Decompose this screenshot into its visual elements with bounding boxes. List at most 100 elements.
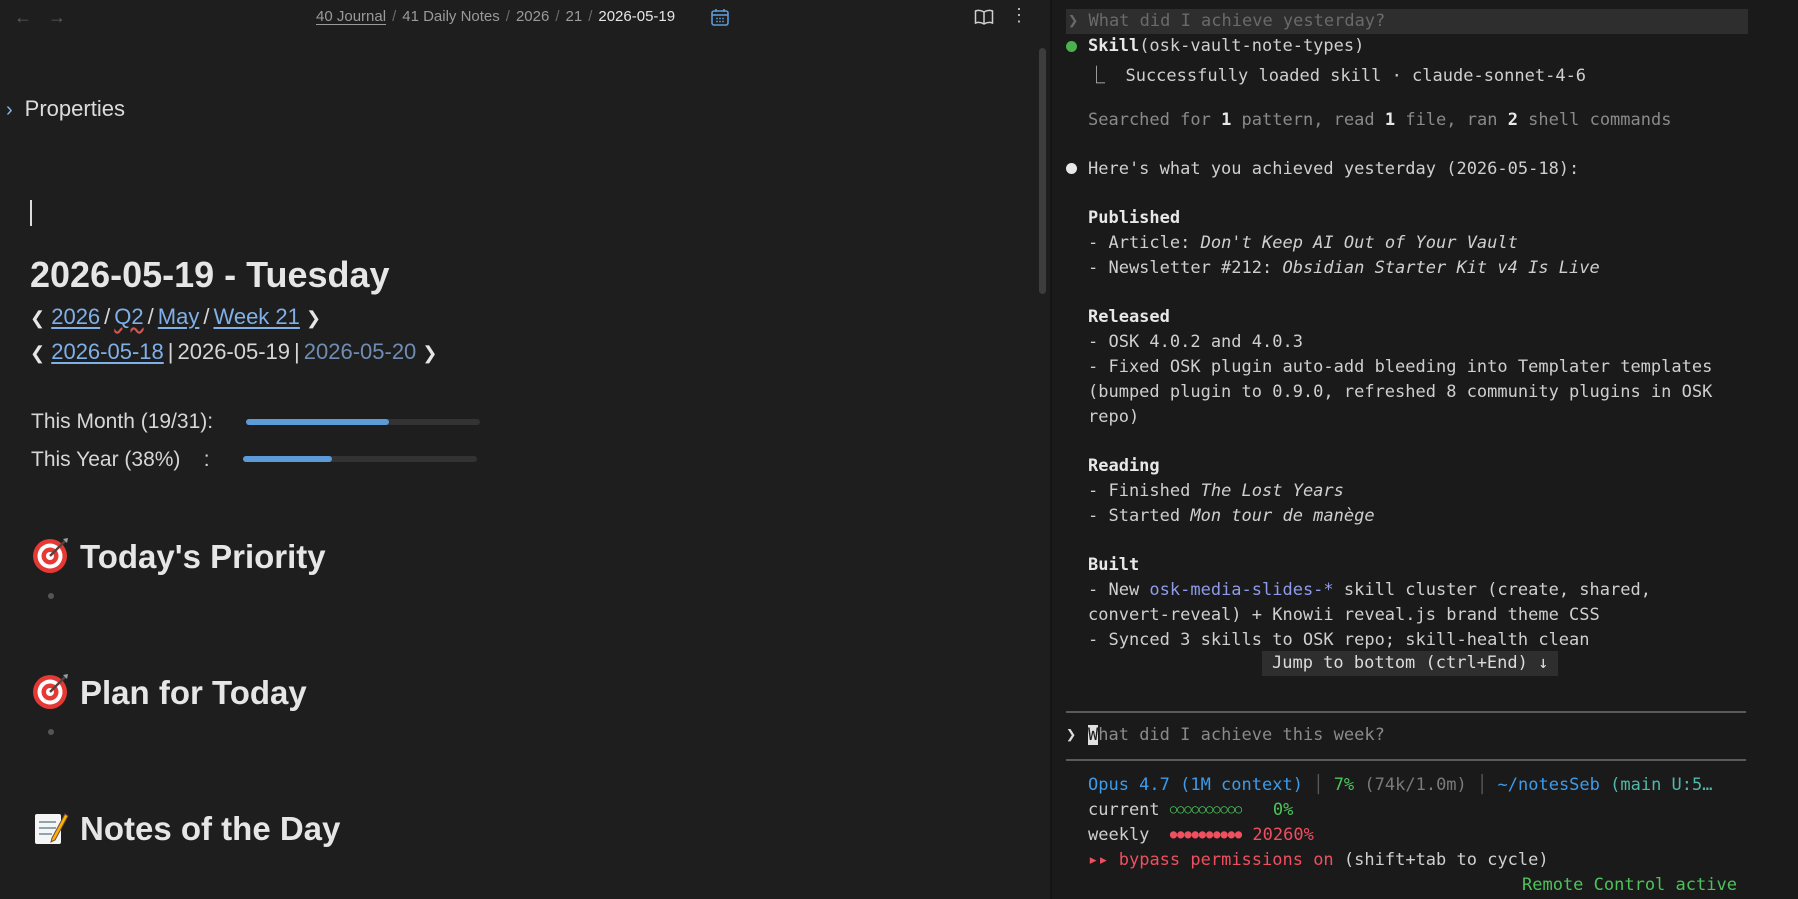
- context-percent: 7%: [1333, 775, 1355, 795]
- built-item: - New osk-media-slides-* skill cluster (…: [1088, 580, 1651, 600]
- month-progress-bar: [246, 419, 480, 425]
- item-title: The Lost Years: [1200, 481, 1344, 501]
- released-item: - OSK 4.0.2 and 4.0.3: [1088, 332, 1303, 352]
- published-item: - Article: Don't Keep AI Out of Your Vau…: [1088, 233, 1518, 253]
- note-title: 2026-05-19 - Tuesday: [30, 254, 390, 295]
- bypass-text: bypass permissions on: [1118, 850, 1334, 870]
- breadcrumb-item[interactable]: 21: [566, 8, 583, 25]
- breadcrumb-current[interactable]: 2026-05-19: [598, 8, 675, 25]
- chevron-right-icon[interactable]: ❯: [422, 343, 437, 363]
- heading-text: Plan for Today: [80, 674, 307, 711]
- text-cursor: W: [1088, 725, 1099, 745]
- skill-result: ⎿ Successfully loaded skill · claude-son…: [1088, 66, 1587, 86]
- released-item-continued: (bumped plugin to 0.9.0, refreshed 8 com…: [1088, 382, 1713, 402]
- next-day-link[interactable]: 2026-05-20: [304, 339, 417, 364]
- answer-intro: Here's what you achieved yesterday (2026…: [1088, 159, 1580, 179]
- back-arrow-icon[interactable]: ←: [14, 7, 32, 28]
- jump-to-bottom-button[interactable]: Jump to bottom (ctrl+End) ↓: [1262, 651, 1559, 676]
- bypass-hint: (shift+tab to cycle): [1343, 850, 1549, 870]
- heading-text: Notes of the Day: [80, 810, 341, 847]
- heading-plan-for-today: Plan for Today: [30, 672, 307, 712]
- chevron-right-icon: ›: [6, 99, 13, 121]
- heading-todays-priority: Today's Priority: [30, 536, 326, 576]
- breadcrumb-item[interactable]: 40 Journal: [316, 8, 386, 25]
- nav-separator: /: [104, 304, 111, 329]
- remote-control-status: Remote Control active: [1522, 875, 1737, 895]
- text-cursor: [30, 200, 32, 226]
- book-open-icon[interactable]: [974, 8, 994, 26]
- week-link[interactable]: Week 21: [213, 304, 299, 329]
- empty-list-bullet[interactable]: [48, 593, 54, 599]
- section-heading-reading: Reading: [1088, 456, 1160, 476]
- nav-separator: /: [203, 304, 210, 329]
- summary-count: 1: [1384, 110, 1396, 130]
- item-prefix: - New: [1088, 580, 1150, 600]
- period-navigation: ❮ 2026/Q2/May / Week 21 ❯: [30, 304, 321, 330]
- properties-toggle[interactable]: › Properties: [6, 96, 125, 122]
- skill-call-line: Skill(osk-vault-note-types): [1088, 36, 1364, 56]
- breadcrumb-separator: /: [505, 8, 510, 25]
- month-link[interactable]: May: [158, 304, 200, 329]
- status-separator: │: [1313, 775, 1324, 795]
- previous-day-link[interactable]: 2026-05-18: [51, 339, 164, 364]
- section-heading-released: Released: [1088, 307, 1170, 327]
- chevron-right-icon[interactable]: ❯: [306, 308, 321, 328]
- git-status: (main U:5…: [1610, 775, 1713, 795]
- item-prefix: - Started: [1088, 506, 1191, 526]
- year-progress-label: This Year (38%) :: [31, 448, 210, 471]
- nav-separator: |: [294, 339, 300, 364]
- summary-count: 2: [1507, 110, 1518, 130]
- more-options-icon[interactable]: ⋮: [1010, 5, 1028, 26]
- breadcrumb-separator: /: [555, 8, 560, 25]
- summary-count: 1: [1221, 110, 1232, 130]
- success-status-dot: [1066, 41, 1077, 52]
- breadcrumb-item[interactable]: 41 Daily Notes: [402, 8, 500, 25]
- terminal-pane[interactable]: ❯ What did I achieve yesterday? Skill(os…: [1052, 0, 1798, 899]
- breadcrumb-item[interactable]: 2026: [516, 8, 549, 25]
- item-prefix: - Finished: [1088, 481, 1201, 501]
- summary-text: file, ran: [1395, 110, 1508, 130]
- item-title: Don't Keep AI Out of Your Vault: [1200, 233, 1518, 253]
- quarter-link[interactable]: Q2: [114, 304, 143, 329]
- item-prefix: - Article:: [1088, 233, 1201, 253]
- forward-arrow-icon[interactable]: →: [48, 7, 66, 28]
- memo-icon: [35, 813, 69, 844]
- breadcrumb: 40 Journal / 41 Daily Notes / 2026 / 21 / 2026-0…: [316, 8, 675, 25]
- nav-separator: /: [147, 304, 154, 329]
- chevron-left-icon[interactable]: ❮: [30, 308, 45, 328]
- reading-item: - Finished The Lost Years: [1088, 481, 1344, 501]
- chevron-left-icon[interactable]: ❮: [30, 343, 45, 363]
- status-separator: │: [1477, 775, 1488, 795]
- breadcrumb-separator: /: [392, 8, 397, 25]
- input-bottom-border: [1066, 759, 1746, 761]
- reading-item: - Started Mon tour de manège: [1088, 506, 1375, 526]
- response-dot: [1066, 163, 1077, 174]
- released-item-continued: repo): [1088, 407, 1140, 427]
- item-prefix: - Newsletter #212:: [1088, 258, 1283, 278]
- usage-percent: 20260%: [1252, 825, 1314, 845]
- month-progress-label: This Month (19/31):: [31, 410, 214, 433]
- context-tokens: (74k/1.0m): [1364, 775, 1467, 795]
- section-heading-built: Built: [1088, 555, 1140, 575]
- scrollbar[interactable]: [1039, 48, 1046, 294]
- summary-text: shell commands: [1517, 110, 1672, 130]
- item-text: skill cluster (create, shared,: [1333, 580, 1651, 600]
- permissions-status: ▸▸ bypass permissions on (shift+tab to c…: [1088, 850, 1549, 870]
- note-editor-pane: ← → 40 Journal/41 Daily Notes/2026/21/20…: [0, 0, 1050, 899]
- status-line-weekly-usage: weekly ●●●●●●●●●● 20260%: [1088, 825, 1314, 845]
- published-item: - Newsletter #212: Obsidian Starter Kit …: [1088, 258, 1600, 278]
- direct-hit-icon: [33, 538, 68, 573]
- item-title: Mon tour de manège: [1190, 506, 1375, 526]
- note-header-bar: ← → 40 Journal / 41 Daily Notes / 2026 / 21 / 20…: [0, 0, 1050, 34]
- prompt-input[interactable]: What did I achieve this week?: [1088, 725, 1385, 745]
- empty-list-bullet[interactable]: [48, 729, 54, 735]
- skill-argument: (osk-vault-note-types): [1139, 36, 1365, 56]
- heading-text: Today's Priority: [80, 538, 326, 575]
- item-title: Obsidian Starter Kit v4 Is Live: [1282, 258, 1600, 278]
- built-item-continued: convert-reveal) + Knowii reveal.js brand…: [1088, 605, 1600, 625]
- usage-label: current: [1088, 800, 1160, 820]
- year-link[interactable]: 2026: [51, 304, 100, 329]
- input-top-border: [1066, 711, 1746, 713]
- properties-label: Properties: [24, 96, 125, 121]
- calendar-icon[interactable]: [710, 7, 730, 27]
